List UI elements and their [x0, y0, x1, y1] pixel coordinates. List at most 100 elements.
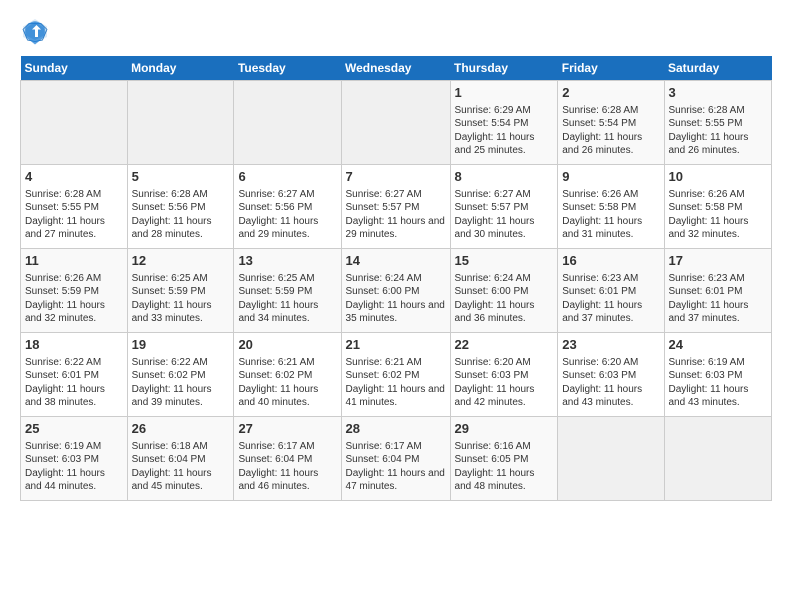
header-cell-monday: Monday	[127, 56, 234, 81]
cell-info: Sunset: 5:57 PM	[455, 201, 554, 215]
cell-info: Daylight: 11 hours and 39 minutes.	[132, 383, 230, 410]
day-number: 29	[455, 420, 554, 438]
day-number: 13	[238, 252, 336, 270]
cell-info: Daylight: 11 hours and 32 minutes.	[669, 215, 768, 242]
calendar-cell: 8Sunrise: 6:27 AMSunset: 5:57 PMDaylight…	[450, 165, 558, 249]
calendar-cell: 6Sunrise: 6:27 AMSunset: 5:56 PMDaylight…	[234, 165, 341, 249]
cell-info: Daylight: 11 hours and 35 minutes.	[346, 299, 446, 326]
cell-info: Sunrise: 6:17 AM	[346, 440, 446, 454]
cell-info: Daylight: 11 hours and 29 minutes.	[238, 215, 336, 242]
day-number: 2	[562, 84, 659, 102]
calendar-cell: 24Sunrise: 6:19 AMSunset: 6:03 PMDayligh…	[664, 333, 772, 417]
cell-info: Sunrise: 6:22 AM	[25, 356, 123, 370]
calendar-cell: 15Sunrise: 6:24 AMSunset: 6:00 PMDayligh…	[450, 249, 558, 333]
calendar-week-0: 1Sunrise: 6:29 AMSunset: 5:54 PMDaylight…	[21, 81, 772, 165]
calendar-cell: 12Sunrise: 6:25 AMSunset: 5:59 PMDayligh…	[127, 249, 234, 333]
day-number: 7	[346, 168, 446, 186]
logo	[20, 16, 56, 46]
cell-info: Sunset: 6:03 PM	[562, 369, 659, 383]
cell-info: Daylight: 11 hours and 25 minutes.	[455, 131, 554, 158]
calendar-cell	[234, 81, 341, 165]
day-number: 8	[455, 168, 554, 186]
cell-info: Sunset: 6:01 PM	[25, 369, 123, 383]
calendar-cell: 27Sunrise: 6:17 AMSunset: 6:04 PMDayligh…	[234, 417, 341, 501]
day-number: 27	[238, 420, 336, 438]
cell-info: Sunset: 6:02 PM	[238, 369, 336, 383]
cell-info: Sunrise: 6:23 AM	[562, 272, 659, 286]
cell-info: Daylight: 11 hours and 44 minutes.	[25, 467, 123, 494]
calendar-cell: 17Sunrise: 6:23 AMSunset: 6:01 PMDayligh…	[664, 249, 772, 333]
cell-info: Sunrise: 6:26 AM	[669, 188, 768, 202]
day-number: 28	[346, 420, 446, 438]
day-number: 12	[132, 252, 230, 270]
cell-info: Daylight: 11 hours and 43 minutes.	[669, 383, 768, 410]
cell-info: Sunrise: 6:17 AM	[238, 440, 336, 454]
cell-info: Daylight: 11 hours and 33 minutes.	[132, 299, 230, 326]
cell-info: Daylight: 11 hours and 42 minutes.	[455, 383, 554, 410]
cell-info: Daylight: 11 hours and 43 minutes.	[562, 383, 659, 410]
calendar-cell: 13Sunrise: 6:25 AMSunset: 5:59 PMDayligh…	[234, 249, 341, 333]
calendar-cell: 5Sunrise: 6:28 AMSunset: 5:56 PMDaylight…	[127, 165, 234, 249]
calendar-cell: 19Sunrise: 6:22 AMSunset: 6:02 PMDayligh…	[127, 333, 234, 417]
cell-info: Sunrise: 6:16 AM	[455, 440, 554, 454]
cell-info: Sunrise: 6:24 AM	[455, 272, 554, 286]
day-number: 19	[132, 336, 230, 354]
cell-info: Sunset: 6:05 PM	[455, 453, 554, 467]
calendar-cell: 3Sunrise: 6:28 AMSunset: 5:55 PMDaylight…	[664, 81, 772, 165]
cell-info: Daylight: 11 hours and 37 minutes.	[562, 299, 659, 326]
calendar-week-4: 25Sunrise: 6:19 AMSunset: 6:03 PMDayligh…	[21, 417, 772, 501]
calendar-cell: 4Sunrise: 6:28 AMSunset: 5:55 PMDaylight…	[21, 165, 128, 249]
day-number: 20	[238, 336, 336, 354]
day-number: 5	[132, 168, 230, 186]
cell-info: Sunrise: 6:28 AM	[669, 104, 768, 118]
header-row: SundayMondayTuesdayWednesdayThursdayFrid…	[21, 56, 772, 81]
cell-info: Daylight: 11 hours and 26 minutes.	[562, 131, 659, 158]
day-number: 21	[346, 336, 446, 354]
header-cell-sunday: Sunday	[21, 56, 128, 81]
day-number: 24	[669, 336, 768, 354]
day-number: 11	[25, 252, 123, 270]
day-number: 22	[455, 336, 554, 354]
calendar-cell: 22Sunrise: 6:20 AMSunset: 6:03 PMDayligh…	[450, 333, 558, 417]
cell-info: Sunset: 5:59 PM	[238, 285, 336, 299]
cell-info: Sunset: 6:01 PM	[562, 285, 659, 299]
cell-info: Daylight: 11 hours and 45 minutes.	[132, 467, 230, 494]
calendar-cell: 10 Sunrise: 6:26 AMSunset: 5:58 PMDayligh…	[664, 165, 772, 249]
header-cell-saturday: Saturday	[664, 56, 772, 81]
cell-info: Sunrise: 6:20 AM	[455, 356, 554, 370]
cell-info: Daylight: 11 hours and 34 minutes.	[238, 299, 336, 326]
day-number: 25	[25, 420, 123, 438]
cell-info: Sunrise: 6:20 AM	[562, 356, 659, 370]
cell-info: Daylight: 11 hours and 31 minutes.	[562, 215, 659, 242]
calendar-header: SundayMondayTuesdayWednesdayThursdayFrid…	[21, 56, 772, 81]
cell-info: Sunrise: 6:29 AM	[455, 104, 554, 118]
cell-info: Sunset: 5:55 PM	[669, 117, 768, 131]
day-number: 1	[455, 84, 554, 102]
day-number: 14	[346, 252, 446, 270]
cell-info: Daylight: 11 hours and 29 minutes.	[346, 215, 446, 242]
day-number: 6	[238, 168, 336, 186]
day-number: 4	[25, 168, 123, 186]
cell-info: Sunset: 5:58 PM	[669, 201, 768, 215]
calendar-cell	[127, 81, 234, 165]
cell-info: Sunrise: 6:27 AM	[346, 188, 446, 202]
calendar-week-2: 11Sunrise: 6:26 AMSunset: 5:59 PMDayligh…	[21, 249, 772, 333]
cell-info: Sunset: 6:00 PM	[346, 285, 446, 299]
day-number: 26	[132, 420, 230, 438]
cell-info: Sunrise: 6:23 AM	[669, 272, 768, 286]
cell-info: Daylight: 11 hours and 32 minutes.	[25, 299, 123, 326]
cell-info: Sunset: 6:02 PM	[132, 369, 230, 383]
calendar-cell: 20Sunrise: 6:21 AMSunset: 6:02 PMDayligh…	[234, 333, 341, 417]
day-number: 10	[669, 168, 768, 186]
page: SundayMondayTuesdayWednesdayThursdayFrid…	[0, 0, 792, 511]
cell-info: Sunrise: 6:28 AM	[25, 188, 123, 202]
cell-info: Sunset: 6:04 PM	[346, 453, 446, 467]
calendar-cell: 2Sunrise: 6:28 AMSunset: 5:54 PMDaylight…	[558, 81, 664, 165]
cell-info: Sunset: 6:01 PM	[669, 285, 768, 299]
calendar-week-1: 4Sunrise: 6:28 AMSunset: 5:55 PMDaylight…	[21, 165, 772, 249]
calendar-cell: 23Sunrise: 6:20 AMSunset: 6:03 PMDayligh…	[558, 333, 664, 417]
cell-info: Sunrise: 6:26 AM	[25, 272, 123, 286]
calendar-cell: 7Sunrise: 6:27 AMSunset: 5:57 PMDaylight…	[341, 165, 450, 249]
cell-info: Daylight: 11 hours and 41 minutes.	[346, 383, 446, 410]
cell-info: Daylight: 11 hours and 30 minutes.	[455, 215, 554, 242]
